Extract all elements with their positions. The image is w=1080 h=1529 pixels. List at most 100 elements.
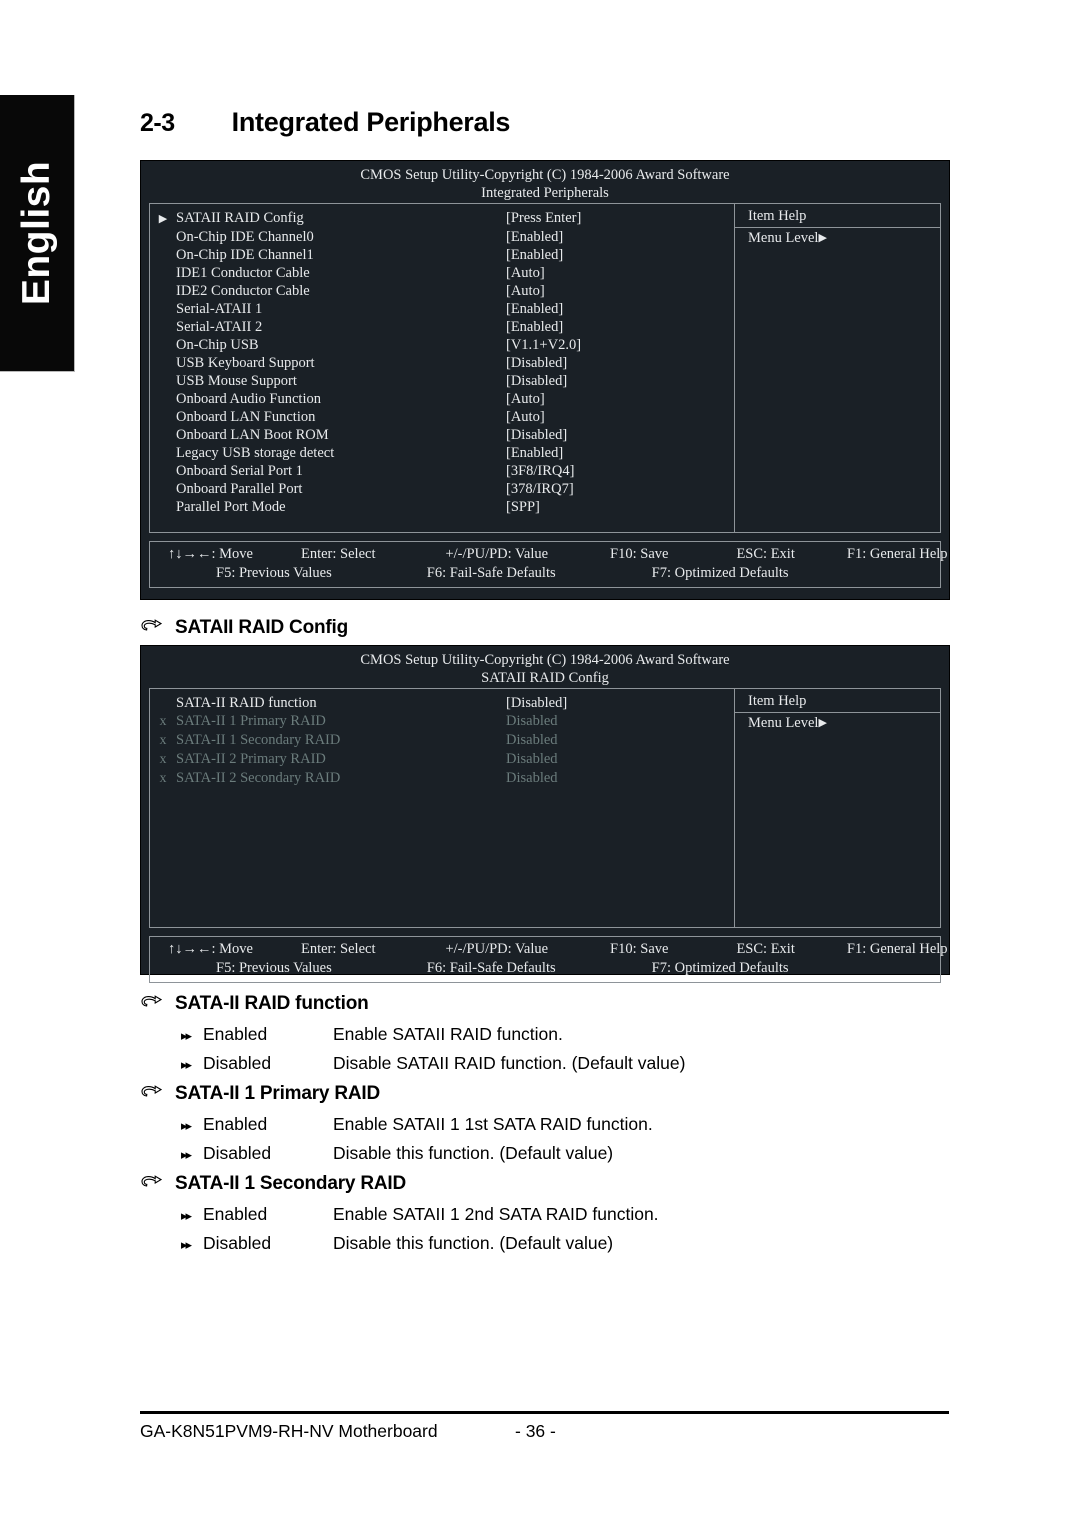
bios-menu-item-label: SATA-II 1 Primary RAID — [176, 713, 326, 729]
right-triangle-icon: ▶ — [818, 717, 827, 729]
bios-menu-item[interactable]: Parallel Port Mode [SPP] — [150, 498, 734, 516]
bios-menu-item[interactable]: Onboard Parallel Port [378/IRQ7] — [150, 480, 734, 498]
bios-menu-item-value: Disabled — [506, 751, 558, 767]
key-previous-values: F5: Previous Values — [216, 565, 332, 581]
option-description: Disable this function. (Default value) — [333, 1143, 614, 1163]
bios-menu-item-label: USB Keyboard Support — [176, 355, 315, 371]
bios-menu-item-label: Serial-ATAII 2 — [176, 319, 263, 335]
section-heading-label: SATA-II 1 Primary RAID — [175, 1083, 380, 1104]
bios-menu-list: ▶ SATAII RAID Config [Press Enter] On-Chip … — [150, 204, 735, 532]
bios-menu-item[interactable]: Serial-ATAII 2 [Enabled] — [150, 318, 734, 336]
key-move: ↑↓→←: Move — [168, 546, 253, 562]
bios-menu-item-value: [Enabled] — [506, 445, 564, 461]
menu-level-row: Menu Level ▶ — [735, 713, 940, 732]
bios-menu-item-value: [Enabled] — [506, 319, 564, 335]
option-description: Disable this function. (Default value) — [333, 1233, 614, 1253]
bios-menu-item-label: Onboard LAN Boot ROM — [176, 427, 329, 443]
option-label: Enabled — [203, 1204, 268, 1224]
option-label: Enabled — [203, 1024, 268, 1044]
bios-menu-item[interactable]: SATA-II RAID function [Disabled] — [150, 694, 734, 712]
double-chevron-icon: ▸▸ — [181, 1057, 192, 1072]
bios-screen-integrated-peripherals: CMOS Setup Utility-Copyright (C) 1984-20… — [140, 160, 950, 600]
bios-menu-item-label: Onboard Serial Port 1 — [176, 463, 303, 479]
bios-menu-item[interactable]: IDE1 Conductor Cable [Auto] — [150, 264, 734, 282]
bios-menu-item-value: [Enabled] — [506, 229, 564, 245]
bios-utility-title: CMOS Setup Utility-Copyright (C) 1984-20… — [360, 652, 730, 668]
bios-menu-item-value: [Auto] — [506, 283, 545, 299]
bios-menu-item[interactable]: USB Mouse Support [Disabled] — [150, 372, 734, 390]
bios-menu-item[interactable]: IDE2 Conductor Cable [Auto] — [150, 282, 734, 300]
bios-menu-item[interactable]: On-Chip IDE Channel1 [Enabled] — [150, 246, 734, 264]
option-label: Disabled — [203, 1233, 272, 1253]
bios-menu-item-label: IDE1 Conductor Cable — [176, 265, 310, 281]
submenu-arrow-icon: ▶ — [158, 213, 168, 225]
bios-menu-list: SATA-II RAID function [Disabled] x SATA-II … — [150, 689, 735, 927]
bios-menu-item[interactable]: ▶ SATAII RAID Config [Press Enter] — [150, 209, 734, 228]
bios-menu-item-label: SATA-II 1 Secondary RAID — [176, 732, 341, 748]
bios-menu-item-label: On-Chip IDE Channel1 — [176, 247, 314, 263]
option-row: ▸▸ Disabled Disable this function. (Defaul… — [181, 1143, 613, 1164]
bios-menu-item[interactable]: Legacy USB storage detect [Enabled] — [150, 444, 734, 462]
bios-utility-title: CMOS Setup Utility-Copyright (C) 1984-20… — [360, 167, 730, 183]
key-fail-safe-defaults: F6: Fail-Safe Defaults — [426, 960, 556, 976]
language-tab-label: English — [15, 160, 58, 306]
option-label: Enabled — [203, 1114, 268, 1134]
bios-key-legend: ↑↓→←: Move Enter: Select +/-/PU/PD: Valu… — [149, 936, 948, 983]
bios-menu-item-label: IDE2 Conductor Cable — [176, 283, 310, 299]
key-select: Enter: Select — [300, 941, 376, 957]
bios-menu-item[interactable]: On-Chip IDE Channel0 [Enabled] — [150, 228, 734, 246]
double-chevron-icon: ▸▸ — [181, 1147, 192, 1162]
double-chevron-icon: ▸▸ — [181, 1237, 192, 1252]
key-save: F10: Save — [610, 546, 669, 562]
bios-menu-item-label: Legacy USB storage detect — [176, 445, 335, 461]
bios-menu-item[interactable]: x SATA-II 1 Secondary RAID Disabled — [150, 731, 734, 750]
section-heading-satai-raid-config: SATAII RAID Config — [140, 617, 348, 639]
option-description: Enable SATAII 1 1st SATA RAID function. — [333, 1114, 653, 1134]
right-triangle-icon: ▶ — [818, 232, 827, 244]
bios-menu-item[interactable]: Onboard LAN Function [Auto] — [150, 408, 734, 426]
bios-menu-item[interactable]: x SATA-II 2 Secondary RAID Disabled — [150, 769, 734, 788]
bios-menu-item[interactable]: x SATA-II 2 Primary RAID Disabled — [150, 750, 734, 769]
option-row: ▸▸ Enabled Enable SATAII RAID function. — [181, 1024, 563, 1045]
option-label: Disabled — [203, 1143, 272, 1163]
disabled-marker-icon: x — [159, 733, 167, 748]
bios-menu-item[interactable]: Serial-ATAII 1 [Enabled] — [150, 300, 734, 318]
bios-menu-item-value: [Enabled] — [506, 247, 564, 263]
item-help-title: Item Help — [735, 204, 940, 228]
bios-menu-item[interactable]: Onboard Audio Function [Auto] — [150, 390, 734, 408]
chapter-title: Integrated Peripherals — [231, 107, 511, 137]
footer-page-number: - 36 - — [515, 1421, 556, 1441]
bios-menu-item[interactable]: Onboard Serial Port 1 [3F8/IRQ4] — [150, 462, 734, 480]
bios-screen-satai-raid-config: CMOS Setup Utility-Copyright (C) 1984-20… — [140, 645, 950, 983]
bios-menu-name: SATAII RAID Config — [481, 670, 609, 686]
bios-menu-item-value: [V1.1+V2.0] — [506, 337, 582, 353]
menu-level-label: Menu Level — [748, 230, 819, 246]
bios-menu-item-label: SATA-II RAID function — [176, 695, 317, 711]
pointing-hand-icon — [140, 1173, 166, 1192]
bios-menu-item[interactable]: x SATA-II 1 Primary RAID Disabled — [150, 712, 734, 731]
section-heading-1: SATA-II RAID function — [140, 993, 369, 1015]
key-optimized-defaults: F7: Optimized Defaults — [651, 565, 789, 581]
bios-menu-item[interactable]: Onboard LAN Boot ROM [Disabled] — [150, 426, 734, 444]
bios-menu-item[interactable]: USB Keyboard Support [Disabled] — [150, 354, 734, 372]
chapter-number: 2-3 — [140, 109, 175, 137]
page-content: 2-3 Integrated Peripherals CMOS Setup Ut… — [131, 0, 950, 1529]
option-row: ▸▸ Enabled Enable SATAII 1 2nd SATA RAID f… — [181, 1204, 659, 1225]
bios-menu-item-value: [378/IRQ7] — [506, 481, 574, 497]
footer-model-name: GA-K8N51PVM9-RH-NV Motherboard — [140, 1421, 438, 1441]
section-heading-label: SATAII RAID Config — [175, 617, 349, 638]
bios-menu-item-value: [Disabled] — [506, 427, 568, 443]
key-general-help: F1: General Help — [846, 941, 948, 957]
bios-menu-item-value: [Disabled] — [506, 355, 568, 371]
pointing-hand-icon — [140, 1083, 166, 1102]
bios-key-legend: ↑↓→←: Move Enter: Select +/-/PU/PD: Valu… — [149, 541, 948, 588]
bios-menu-item-value: [Auto] — [506, 391, 545, 407]
bios-menu-item-value: Disabled — [506, 770, 558, 786]
bios-menu-item-value: [Auto] — [506, 409, 545, 425]
section-heading-3: SATA-II 1 Secondary RAID — [140, 1173, 406, 1195]
bios-menu-item-label: SATA-II 2 Primary RAID — [176, 751, 326, 767]
bios-menu-item-label: Onboard Audio Function — [176, 391, 321, 407]
bios-menu-item[interactable]: On-Chip USB [V1.1+V2.0] — [150, 336, 734, 354]
bios-menu-item-label: Parallel Port Mode — [176, 499, 286, 515]
bios-menu-item-value: [Disabled] — [506, 373, 568, 389]
